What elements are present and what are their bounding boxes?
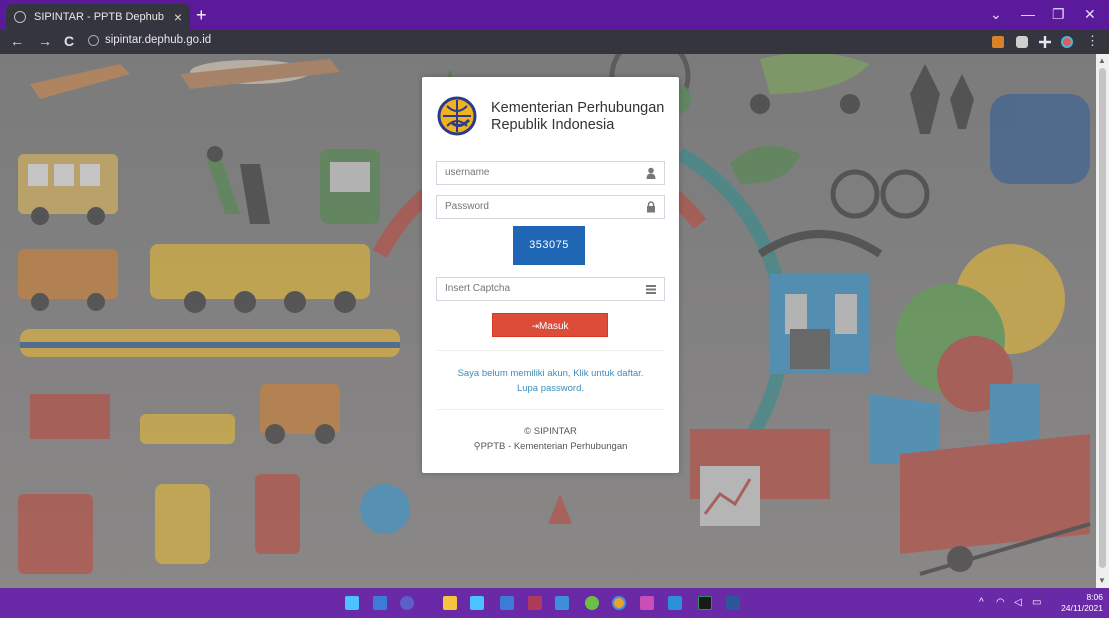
- copyright-text: © SIPINTAR: [524, 426, 577, 437]
- winrar-icon[interactable]: [528, 596, 542, 610]
- map-marker-icon: ⚲: [473, 441, 481, 452]
- reload-button[interactable]: C: [64, 33, 74, 49]
- extensions-puzzle-icon[interactable]: [1039, 36, 1051, 48]
- word-icon[interactable]: [726, 596, 740, 610]
- terminal-icon[interactable]: [698, 596, 712, 610]
- tab-close-button[interactable]: ×: [174, 9, 182, 25]
- browser-menu-button[interactable]: ⋮: [1086, 33, 1099, 49]
- app-icon-2[interactable]: [640, 596, 654, 610]
- url-text: sipintar.dephub.go.id: [105, 34, 212, 46]
- page-scrollbar[interactable]: ▲ ▼: [1096, 54, 1109, 588]
- remote-app-icon[interactable]: [500, 596, 514, 610]
- location-text: PPTB - Kementerian Perhubungan: [480, 441, 628, 452]
- scroll-down-arrow[interactable]: ▼: [1098, 576, 1106, 585]
- teams-chat-icon[interactable]: [400, 596, 414, 610]
- back-button[interactable]: ←: [10, 33, 24, 49]
- restore-button[interactable]: ❐: [1052, 6, 1065, 23]
- clock-time: 8:06: [1086, 592, 1103, 602]
- volume-icon[interactable]: ◁: [1014, 597, 1022, 608]
- forgot-password-link[interactable]: Lupa password.: [422, 381, 679, 396]
- forward-button[interactable]: →: [38, 33, 52, 49]
- captcha-input[interactable]: [445, 283, 625, 294]
- captcha-field[interactable]: [436, 277, 665, 301]
- tab-search-button[interactable]: ⌄: [990, 6, 1002, 23]
- lock-icon: [647, 201, 655, 213]
- task-view-icon[interactable]: [373, 596, 387, 610]
- site-info-icon[interactable]: [88, 34, 99, 46]
- profile-avatar-icon[interactable]: [1061, 36, 1073, 48]
- globe-icon: [14, 11, 26, 23]
- divider: [436, 409, 665, 410]
- clock-date: 24/11/2021: [1061, 603, 1103, 613]
- system-clock[interactable]: 8:06 24/11/2021: [1061, 592, 1103, 614]
- submit-label: Masuk: [539, 321, 569, 332]
- username-field[interactable]: [436, 161, 665, 185]
- divider: [436, 350, 665, 351]
- battery-icon[interactable]: ▭: [1032, 597, 1041, 608]
- scroll-up-arrow[interactable]: ▲: [1098, 56, 1106, 65]
- camera-extension-icon[interactable]: [1016, 36, 1028, 48]
- browser-titlebar: SIPINTAR - PPTB Dephub × + ⌄ — ❐ ✕: [0, 0, 1109, 30]
- org-name-line2: Republik Indonesia: [491, 117, 615, 133]
- wifi-icon[interactable]: ◠: [996, 597, 1005, 608]
- user-icon: [646, 167, 656, 179]
- account-links: Saya belum memiliki akun, Klik untuk daf…: [422, 366, 679, 396]
- minimize-button[interactable]: —: [1021, 6, 1035, 22]
- register-link[interactable]: Saya belum memiliki akun, Klik untuk daf…: [422, 366, 679, 381]
- address-bar[interactable]: sipintar.dephub.go.id: [88, 34, 211, 46]
- extension-icon[interactable]: [992, 36, 1004, 48]
- login-submit-button[interactable]: ⇥Masuk: [492, 313, 608, 337]
- captcha-image: 353075: [513, 226, 585, 265]
- password-input[interactable]: [445, 201, 625, 212]
- scrollbar-thumb[interactable]: [1099, 68, 1106, 568]
- chrome-icon[interactable]: [612, 596, 626, 610]
- ministry-logo: [437, 96, 477, 136]
- window-close-button[interactable]: ✕: [1084, 6, 1096, 23]
- brand-header: Kementerian Perhubungan Republik Indones…: [437, 94, 667, 138]
- notepad-icon[interactable]: [470, 596, 484, 610]
- login-card: Kementerian Perhubungan Republik Indones…: [422, 77, 679, 473]
- browser-toolbar: ← → C sipintar.dephub.go.id ⋮: [0, 30, 1109, 54]
- network-app-icon[interactable]: [555, 596, 569, 610]
- tray-overflow-icon[interactable]: ^: [979, 597, 984, 608]
- sign-in-icon: ⇥: [531, 321, 540, 331]
- org-name-line1: Kementerian Perhubungan: [491, 100, 665, 116]
- browser-tab[interactable]: SIPINTAR - PPTB Dephub ×: [6, 4, 190, 30]
- new-tab-button[interactable]: +: [196, 6, 207, 24]
- taskbar: ^ ◠ ◁ ▭ 8:06 24/11/2021: [0, 588, 1109, 618]
- windows-start-icon[interactable]: [345, 596, 359, 610]
- app-icon[interactable]: [585, 596, 599, 610]
- card-footer: © SIPINTAR ⚲PPTB - Kementerian Perhubung…: [422, 424, 679, 454]
- password-field[interactable]: [436, 195, 665, 219]
- file-explorer-icon[interactable]: [443, 596, 457, 610]
- tab-title: SIPINTAR - PPTB Dephub: [34, 11, 165, 23]
- vscode-icon[interactable]: [668, 596, 682, 610]
- username-input[interactable]: [445, 167, 625, 178]
- list-icon: [646, 285, 656, 294]
